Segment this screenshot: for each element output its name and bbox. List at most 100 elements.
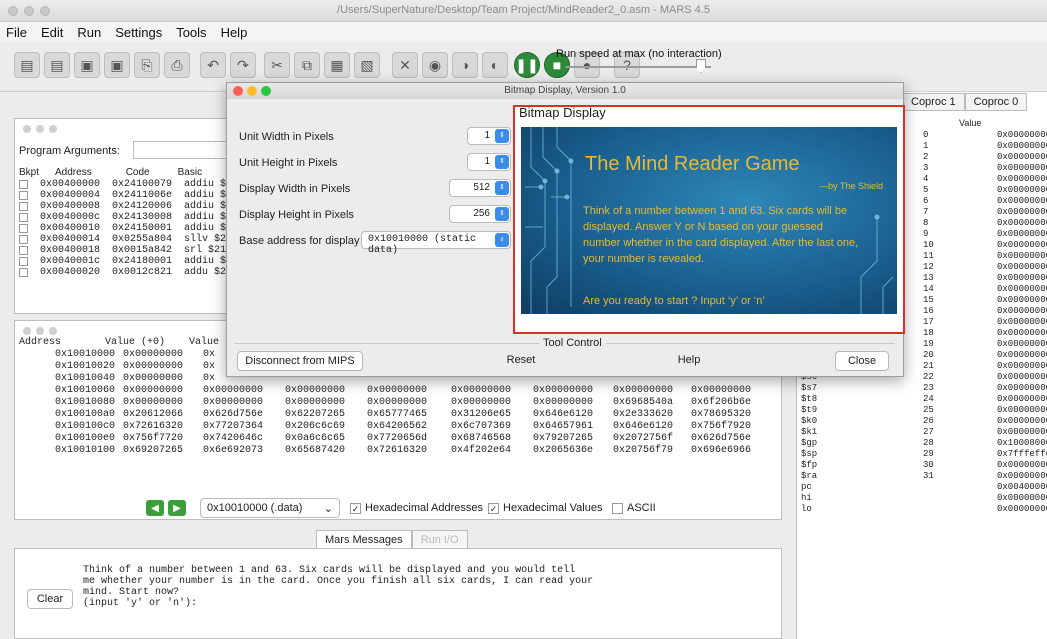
unit-height-select[interactable]: 1 ⇕ — [467, 153, 511, 171]
run-button[interactable]: ◉ — [422, 52, 448, 78]
breakpoint-checkbox[interactable] — [19, 257, 28, 266]
value-cell: 0x — [203, 373, 216, 384]
value-cell: 0x77207364 — [203, 421, 264, 432]
breakpoint-checkbox[interactable] — [19, 246, 28, 255]
text-row[interactable]: 0x00400010 0x24150001 addiu $21, — [19, 223, 244, 234]
breakpoint-checkbox[interactable] — [19, 180, 28, 189]
text-row[interactable]: 0x00400008 0x24120006 addiu $18, — [19, 201, 244, 212]
register-row: hi 0x00000000 — [797, 493, 1047, 504]
redo-button[interactable]: ↷ — [230, 52, 256, 78]
find-replace-button[interactable]: ▧ — [354, 52, 380, 78]
register-value: 0x00000000 — [997, 141, 1047, 151]
save-button[interactable]: ▣ — [74, 52, 100, 78]
value-cell: 0x646e6120 — [533, 409, 594, 420]
copy-icon: ⧉ — [302, 56, 312, 73]
spinner-icon: ⇕ — [495, 233, 509, 247]
clear-button[interactable]: Clear — [27, 589, 73, 609]
register-number: 15 — [923, 295, 934, 305]
open-file-button[interactable]: ▤ — [44, 52, 70, 78]
print-button[interactable]: ⎙ — [164, 52, 190, 78]
program-arguments-input[interactable] — [133, 141, 237, 159]
help-button[interactable]: Help — [671, 351, 707, 371]
register-number: 29 — [923, 449, 934, 459]
ascii-checkbox[interactable]: ASCII — [612, 502, 656, 514]
text-row[interactable]: 0x00400018 0x0015a842 srl $21,$2 — [19, 245, 244, 256]
dump-memory-button[interactable]: ⎘ — [134, 52, 160, 78]
hex-addresses-checkbox[interactable]: ✓ Hexadecimal Addresses — [350, 502, 483, 514]
breakpoint-checkbox[interactable] — [19, 224, 28, 233]
copy-button[interactable]: ⧉ — [294, 52, 320, 78]
code-cell: 0x2411006e — [112, 190, 173, 201]
bitmap-display-dialog: Bitmap Display, Version 1.0 Unit Width i… — [226, 82, 905, 377]
text-row[interactable]: 0x00400014 0x0255a804 sllv $21,$ — [19, 234, 244, 245]
display-height-select[interactable]: 256 ⇕ — [449, 205, 511, 223]
register-number: 8 — [923, 218, 929, 228]
register-row: $t9 25 0x00000000 — [797, 405, 1047, 416]
register-number: 28 — [923, 438, 934, 448]
tab-coproc-0[interactable]: Coproc 0 — [964, 93, 1028, 111]
value-cell: 0x2065636e — [533, 445, 594, 456]
tab-run-io[interactable]: Run I/O — [411, 530, 468, 550]
tab-mars-messages[interactable]: Mars Messages — [316, 530, 412, 550]
menu-tools[interactable]: Tools — [176, 25, 206, 40]
address-cell: 0x100100c0 — [55, 421, 116, 432]
menu-file[interactable]: File — [6, 25, 27, 40]
run-speed-slider[interactable] — [566, 66, 711, 68]
display-width-select[interactable]: 512 ⇕ — [449, 179, 511, 197]
menu-run[interactable]: Run — [77, 25, 101, 40]
value-cell: 0x626d756e — [691, 433, 752, 444]
text-row[interactable]: 0x00400000 0x24100079 addiu $16,$ — [19, 179, 250, 190]
reset-button[interactable]: Reset — [499, 351, 543, 371]
cut-button[interactable]: ✂ — [264, 52, 290, 78]
disconnect-button[interactable]: Disconnect from MIPS — [237, 351, 363, 371]
breakpoint-checkbox[interactable] — [19, 235, 28, 244]
menu-edit[interactable]: Edit — [41, 25, 63, 40]
undo-button[interactable]: ↶ — [200, 52, 226, 78]
menu-settings[interactable]: Settings — [115, 25, 162, 40]
hex-values-checkbox[interactable]: ✓ Hexadecimal Values — [488, 502, 602, 514]
new-file-button[interactable]: ▤ — [14, 52, 40, 78]
step-button[interactable]: ◑ — [452, 52, 478, 78]
register-row: $fp 30 0x00000000 — [797, 460, 1047, 471]
paste-button[interactable]: ▦ — [324, 52, 350, 78]
next-page-button[interactable]: ▶ — [168, 500, 186, 516]
breakpoint-checkbox[interactable] — [19, 213, 28, 222]
register-value: 0x00000000 — [997, 240, 1047, 250]
backstep-button[interactable]: ◐ — [482, 52, 508, 78]
register-name: $k1 — [801, 427, 818, 437]
value-cell: 0x79207265 — [533, 433, 594, 444]
prev-page-button[interactable]: ◀ — [146, 500, 164, 516]
value-cell: 0x6f206b6e — [691, 397, 752, 408]
unit-width-select[interactable]: 1 ⇕ — [467, 127, 511, 145]
register-value: 0x00000000 — [997, 262, 1047, 272]
pause-button[interactable]: ❚❚ — [514, 52, 540, 78]
text-row[interactable]: 0x00400004 0x2411006e addiu $17, — [19, 190, 244, 201]
value-header: Value — [959, 118, 982, 128]
breakpoint-checkbox[interactable] — [19, 191, 28, 200]
tab-coproc-1[interactable]: Coproc 1 — [902, 93, 965, 111]
register-value: 0x00000000 — [997, 317, 1047, 327]
checkbox-icon: ✓ — [350, 502, 361, 514]
register-number: 27 — [923, 427, 934, 437]
messages-panel: Clear Think of a number between 1 and 63… — [14, 548, 782, 639]
breakpoint-checkbox[interactable] — [19, 268, 28, 277]
segment-select[interactable]: 0x10010000 (.data) ⌄ — [200, 498, 340, 518]
close-button[interactable]: Close — [835, 351, 889, 371]
text-row[interactable]: 0x0040000c 0x24130008 addiu $19, — [19, 212, 244, 223]
value-cell: 0x696e6966 — [691, 445, 752, 456]
menu-help[interactable]: Help — [221, 25, 248, 40]
value-cell: 0x — [203, 361, 216, 372]
assemble-button[interactable]: ✕ — [392, 52, 418, 78]
step-icon: ◑ — [460, 57, 470, 73]
address-cell: 0x0040000c — [40, 212, 101, 223]
register-value: 0x00000000 — [997, 273, 1047, 283]
base-address-select[interactable]: 0x10010000 (static data) ⇕ — [361, 231, 511, 256]
value-cell: 0x00000000 — [691, 385, 752, 396]
register-value: 0x00000000 — [997, 174, 1047, 184]
breakpoint-checkbox[interactable] — [19, 202, 28, 211]
save-all-button[interactable]: ▣ — [104, 52, 130, 78]
value-cell: 0x6c707369 — [451, 421, 512, 432]
text-row[interactable]: 0x0040001c 0x24180001 addiu $24, — [19, 256, 244, 267]
text-row[interactable]: 0x00400020 0x0012c821 addu $25,$ — [19, 267, 244, 278]
register-value: 0x00000000 — [997, 383, 1047, 393]
